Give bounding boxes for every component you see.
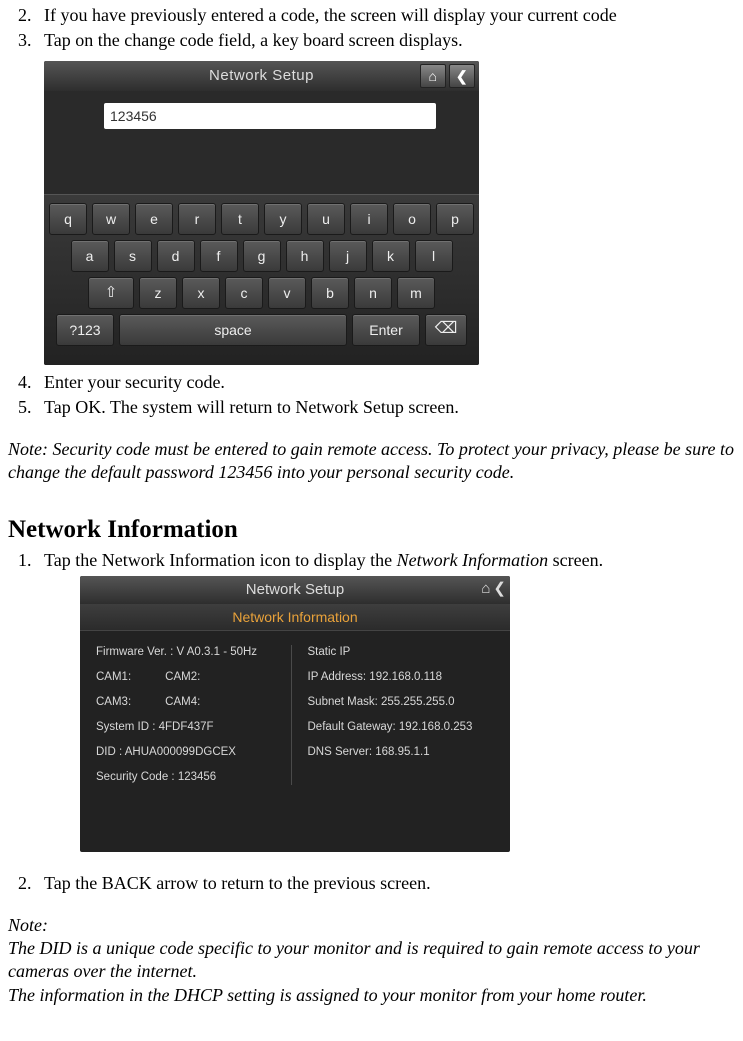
key-x[interactable]: x	[182, 277, 220, 309]
note-network-info: Note: The DID is a unique code specific …	[8, 914, 735, 1008]
step-4: Enter your security code.	[36, 371, 735, 394]
key-v[interactable]: v	[268, 277, 306, 309]
back-icon[interactable]: ❮	[493, 579, 506, 599]
key-e[interactable]: e	[135, 203, 173, 235]
ip-mode: Static IP	[308, 645, 495, 660]
key-numbers[interactable]: ?123	[56, 314, 114, 346]
key-enter[interactable]: Enter	[352, 314, 420, 346]
note-dhcp: The information in the DHCP setting is a…	[8, 984, 735, 1007]
key-r[interactable]: r	[178, 203, 216, 235]
cam4-label: CAM4:	[165, 695, 200, 710]
cam1-label: CAM1:	[96, 670, 131, 685]
key-delete[interactable]: ⌫	[425, 314, 467, 346]
key-w[interactable]: w	[92, 203, 130, 235]
note-did: The DID is a unique code specific to you…	[8, 937, 735, 984]
did: DID : AHUA000099DGCEX	[96, 745, 283, 760]
key-b[interactable]: b	[311, 277, 349, 309]
key-y[interactable]: y	[264, 203, 302, 235]
key-s[interactable]: s	[114, 240, 152, 272]
onscreen-keyboard: q w e r t y u i o p a s d f g h j k l ⇧ …	[44, 194, 479, 365]
ni-subtitle: Network Information	[80, 604, 510, 631]
key-o[interactable]: o	[393, 203, 431, 235]
key-shift[interactable]: ⇧	[88, 277, 134, 309]
home-icon[interactable]: ⌂	[420, 64, 446, 88]
key-j[interactable]: j	[329, 240, 367, 272]
instruction-list-a: If you have previously entered a code, t…	[8, 4, 735, 53]
ni-step-2: Tap the BACK arrow to return to the prev…	[36, 872, 735, 895]
key-t[interactable]: t	[221, 203, 259, 235]
step-5: Tap OK. The system will return to Networ…	[36, 396, 735, 419]
instruction-list-d: Tap the BACK arrow to return to the prev…	[8, 872, 735, 895]
key-h[interactable]: h	[286, 240, 324, 272]
note-security-code: Note: Security code must be entered to g…	[8, 438, 735, 485]
key-space[interactable]: space	[119, 314, 347, 346]
default-gateway: Default Gateway: 192.168.0.253	[308, 720, 495, 735]
key-l[interactable]: l	[415, 240, 453, 272]
title-bar: Network Setup ⌂ ❮	[44, 61, 479, 91]
system-id: System ID : 4FDF437F	[96, 720, 283, 735]
ni-right-column: Static IP IP Address: 192.168.0.118 Subn…	[292, 645, 495, 785]
network-info-screenshot: Network Setup ⌂ ❮ Network Information Fi…	[80, 576, 510, 852]
cam2-label: CAM2:	[165, 670, 200, 685]
key-p[interactable]: p	[436, 203, 474, 235]
key-a[interactable]: a	[71, 240, 109, 272]
step-2: If you have previously entered a code, t…	[36, 4, 735, 27]
ni-step-1-em: Network Information	[397, 550, 549, 570]
key-f[interactable]: f	[200, 240, 238, 272]
note-label: Note:	[8, 914, 735, 937]
key-k[interactable]: k	[372, 240, 410, 272]
key-m[interactable]: m	[397, 277, 435, 309]
ni-title-bar: Network Setup ⌂ ❮	[80, 576, 510, 604]
key-u[interactable]: u	[307, 203, 345, 235]
key-q[interactable]: q	[49, 203, 87, 235]
ip-address: IP Address: 192.168.0.118	[308, 670, 495, 685]
key-z[interactable]: z	[139, 277, 177, 309]
screen-title: Network Setup	[209, 66, 314, 86]
section-heading-network-information: Network Information	[8, 514, 735, 547]
code-input[interactable]	[104, 103, 436, 129]
step-3: Tap on the change code field, a key boar…	[36, 29, 735, 52]
key-d[interactable]: d	[157, 240, 195, 272]
key-c[interactable]: c	[225, 277, 263, 309]
firmware-version: Firmware Ver. : V A0.3.1 - 50Hz	[96, 645, 283, 660]
ni-screen-title: Network Setup	[246, 580, 344, 600]
dns-server: DNS Server: 168.95.1.1	[308, 745, 495, 760]
home-icon[interactable]: ⌂	[481, 579, 490, 599]
ni-step-1-post: screen.	[548, 550, 603, 570]
security-code: Security Code : 123456	[96, 770, 283, 785]
instruction-list-b: Enter your security code. Tap OK. The sy…	[8, 371, 735, 420]
ni-step-1: Tap the Network Information icon to disp…	[36, 549, 735, 852]
key-g[interactable]: g	[243, 240, 281, 272]
key-n[interactable]: n	[354, 277, 392, 309]
key-i[interactable]: i	[350, 203, 388, 235]
keyboard-screenshot: Network Setup ⌂ ❮ q w e r t y u i o p a …	[44, 61, 479, 365]
subnet-mask: Subnet Mask: 255.255.255.0	[308, 695, 495, 710]
cam3-label: CAM3:	[96, 695, 131, 710]
instruction-list-c: Tap the Network Information icon to disp…	[8, 549, 735, 852]
ni-left-column: Firmware Ver. : V A0.3.1 - 50Hz CAM1: CA…	[96, 645, 291, 785]
ni-step-1-pre: Tap the Network Information icon to disp…	[44, 550, 397, 570]
back-icon[interactable]: ❮	[449, 64, 475, 88]
